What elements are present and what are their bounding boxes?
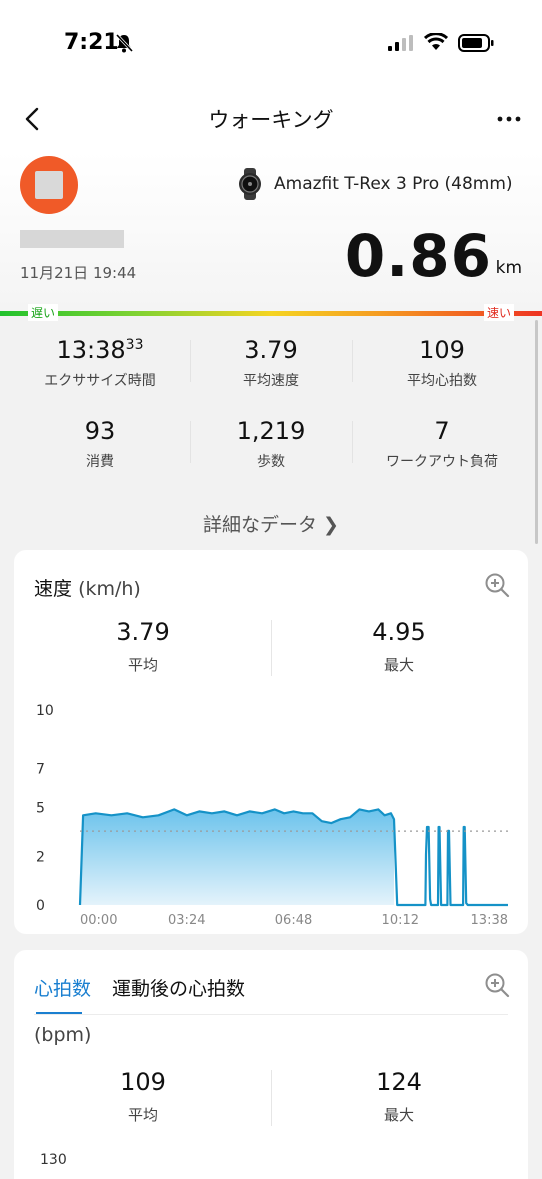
stat-label: 消費 bbox=[86, 454, 114, 470]
x-tick-label: 10:12 bbox=[382, 913, 419, 928]
stat-exercise-time: 13:3833 エクササイズ時間 bbox=[10, 336, 190, 390]
stat-value: 1,219 bbox=[236, 417, 306, 445]
stat-label: 平均心拍数 bbox=[407, 373, 477, 389]
stat-value: 3.79 bbox=[244, 336, 298, 364]
speed-card-title: 速度 (km/h) bbox=[34, 574, 141, 601]
divider bbox=[271, 1070, 272, 1126]
stat-label: 平均速度 bbox=[243, 373, 299, 389]
stat-value-seconds: 33 bbox=[125, 337, 144, 353]
more-options-icon[interactable] bbox=[496, 106, 522, 132]
metric-label: 最大 bbox=[383, 1106, 414, 1124]
battery-icon bbox=[458, 34, 494, 52]
speed-title: 速度 bbox=[34, 578, 73, 600]
zoom-in-icon[interactable] bbox=[484, 572, 510, 598]
speed-unit: (km/h) bbox=[78, 578, 141, 600]
y-tick-label: 10 bbox=[36, 703, 54, 719]
x-tick-label: 06:48 bbox=[275, 913, 312, 928]
status-bar: 7:21 bbox=[0, 0, 542, 88]
speed-average: 3.79 平均 bbox=[18, 618, 268, 675]
stat-label: 歩数 bbox=[257, 454, 285, 470]
y-tick-label: 0 bbox=[36, 898, 45, 914]
zoom-in-icon[interactable] bbox=[484, 972, 510, 998]
watch-icon bbox=[239, 168, 261, 200]
metric-label: 平均 bbox=[127, 656, 158, 674]
distance-value: 0.86 bbox=[344, 222, 492, 290]
heart-rate-max: 124 最大 bbox=[274, 1068, 524, 1125]
bell-slash-icon bbox=[115, 33, 134, 53]
x-tick-label: 03:24 bbox=[168, 913, 205, 928]
metric-label: 最大 bbox=[383, 656, 414, 674]
y-tick-label: 5 bbox=[36, 801, 45, 817]
device-name: Amazfit T-Rex 3 Pro (48mm) bbox=[274, 174, 513, 194]
nav-bar: ウォーキング bbox=[0, 88, 542, 152]
tab-heart-rate[interactable]: 心拍数 bbox=[34, 974, 91, 1001]
distance-unit: km bbox=[495, 258, 522, 278]
stat-value: 93 bbox=[84, 417, 116, 445]
heart-rate-average: 109 平均 bbox=[18, 1068, 268, 1125]
activity-type-icon bbox=[20, 156, 78, 214]
status-time: 7:21 bbox=[64, 30, 119, 55]
stats-grid: 13:3833 エクササイズ時間 3.79 平均速度 109 平均心拍数 93 … bbox=[0, 318, 542, 548]
detailed-data-link[interactable]: 詳細なデータ ❯ bbox=[0, 510, 542, 537]
workout-summary: Amazfit T-Rex 3 Pro (48mm) 11月21日 19:44 … bbox=[0, 152, 542, 312]
heart-rate-unit: (bpm) bbox=[34, 1024, 92, 1046]
metric-value: 124 bbox=[376, 1068, 422, 1096]
signal-icon bbox=[388, 35, 413, 51]
stat-calories: 93 消費 bbox=[10, 417, 190, 471]
stat-label: ワークアウト負荷 bbox=[386, 454, 498, 470]
metric-value: 4.95 bbox=[372, 618, 426, 646]
redacted-name bbox=[20, 230, 124, 248]
stat-value: 7 bbox=[434, 417, 450, 445]
metric-value: 3.79 bbox=[116, 618, 170, 646]
tab-divider bbox=[34, 1014, 508, 1015]
stat-steps: 1,219 歩数 bbox=[181, 417, 361, 471]
y-tick-label: 7 bbox=[36, 762, 45, 778]
stat-value: 13:38 bbox=[56, 336, 126, 364]
tab-post-workout-heart-rate[interactable]: 運動後の心拍数 bbox=[112, 974, 245, 1001]
speed-max: 4.95 最大 bbox=[274, 618, 524, 675]
metric-value: 109 bbox=[120, 1068, 166, 1096]
stat-avg-heart-rate: 109 平均心拍数 bbox=[352, 336, 532, 390]
page-title: ウォーキング bbox=[208, 108, 334, 132]
stat-value: 109 bbox=[419, 336, 465, 364]
x-tick-label: 13:38 bbox=[471, 913, 508, 928]
heart-rate-card: 心拍数 運動後の心拍数 (bpm) 109 平均 124 最大 130 bbox=[14, 950, 528, 1179]
heart-rate-y-tick: 130 bbox=[40, 1152, 67, 1168]
scrollbar[interactable] bbox=[535, 320, 538, 544]
speed-chart[interactable]: 10 7 5 2 0 00:00 03:24 06:48 10:12 13:38 bbox=[14, 700, 528, 930]
speed-area bbox=[80, 809, 394, 905]
pace-gradient-bar bbox=[0, 311, 542, 316]
stat-avg-speed: 3.79 平均速度 bbox=[181, 336, 361, 390]
stat-label: エクササイズ時間 bbox=[44, 373, 156, 389]
y-tick-label: 2 bbox=[36, 849, 45, 865]
stat-workout-load: 7 ワークアウト負荷 bbox=[352, 417, 532, 471]
metric-label: 平均 bbox=[127, 1106, 158, 1124]
x-tick-label: 00:00 bbox=[80, 913, 117, 928]
workout-date: 11月21日 19:44 bbox=[20, 264, 137, 282]
speed-card: 速度 (km/h) 3.79 平均 4.95 最大 10 7 5 2 0 00:00 03… bbox=[14, 550, 528, 934]
wifi-icon bbox=[424, 33, 448, 50]
divider bbox=[271, 620, 272, 676]
